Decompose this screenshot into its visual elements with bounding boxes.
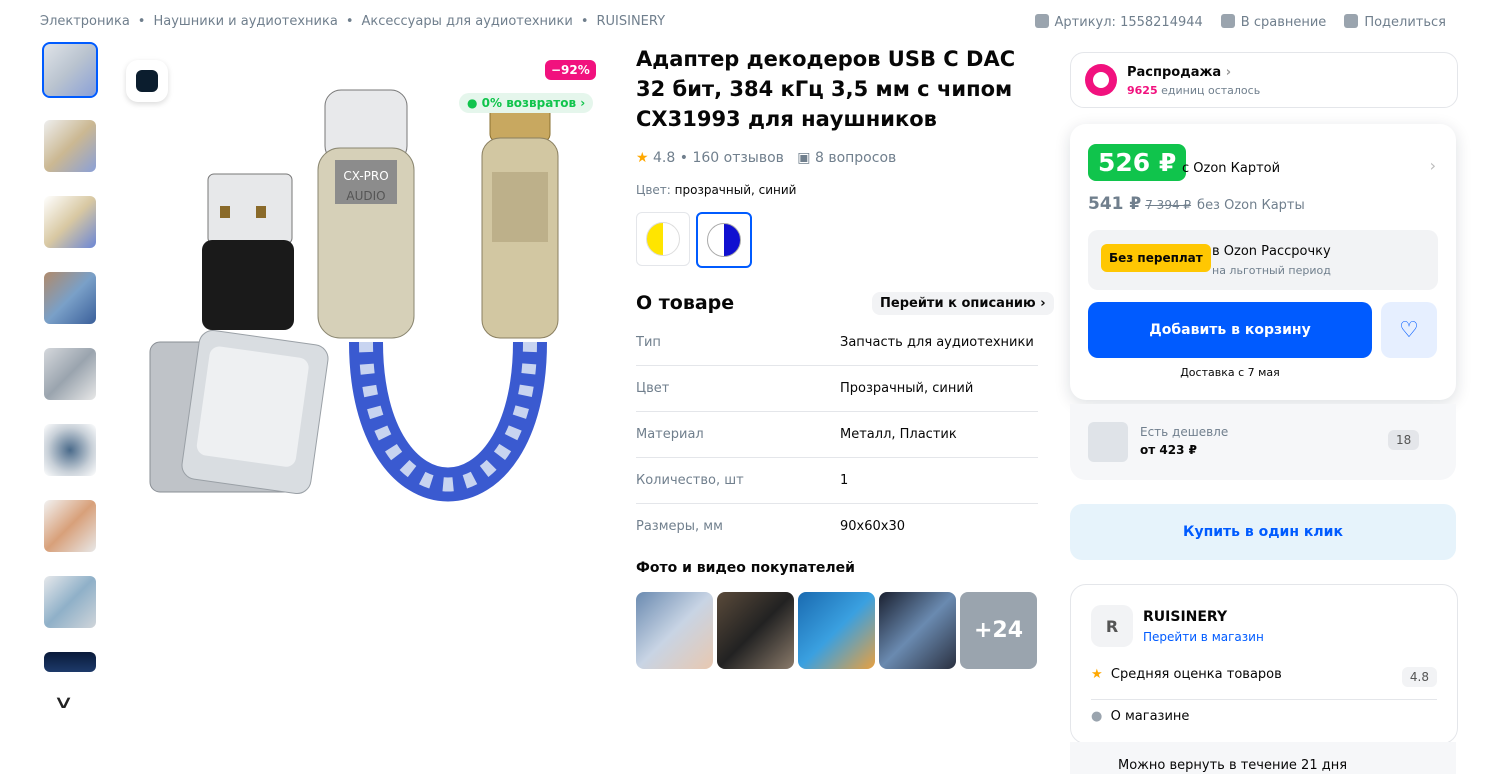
price-card-label: с Ozon Картой (1182, 161, 1281, 176)
add-to-cart-button[interactable]: Добавить в корзину (1088, 302, 1372, 358)
heart-icon[interactable]: ♡ (1381, 302, 1437, 358)
chevron-right-icon[interactable]: › (1430, 156, 1436, 175)
seller-rating-row: ★ Средняя оценка товаров 4.8 (1091, 667, 1437, 700)
return-policy[interactable]: Можно вернуть в течение 21 дня (1070, 742, 1456, 774)
thumbnail[interactable] (44, 652, 96, 672)
compare-button[interactable]: В сравнение (1220, 14, 1326, 30)
customer-photos-title: Фото и видео покупателей (636, 560, 855, 576)
property-row: Размеры, мм 90x60x30 (636, 519, 906, 534)
rating-value: 4.8 (653, 150, 676, 166)
seller-card: R RUISINERY Перейти в магазин ★ Средняя … (1070, 584, 1458, 744)
reviews-link[interactable]: 160 отзывов (692, 150, 783, 166)
article-icon (1034, 14, 1049, 28)
color-swatch-blue[interactable] (696, 212, 752, 268)
about-store-link[interactable]: ● О магазине (1091, 709, 1189, 724)
thumbnail[interactable] (44, 348, 96, 400)
header-actions: Артикул: 1558214944 В сравнение Поделить… (1034, 14, 1446, 30)
breadcrumb-item[interactable]: Наушники и аудиотехника (153, 14, 337, 29)
property-row: Тип Запчасть для аудиотехники (636, 320, 1038, 366)
buy-one-click-button[interactable]: Купить в один клик (1070, 504, 1456, 560)
property-row: Количество, шт 1 (636, 458, 1038, 504)
sale-banner[interactable]: Распродажа › 9625 единиц осталось (1070, 52, 1458, 108)
article-info[interactable]: Артикул: 1558214944 (1034, 14, 1203, 30)
breadcrumb-item[interactable]: Электроника (40, 14, 130, 29)
discount-badge: −92% (545, 60, 596, 80)
seller-name[interactable]: RUISINERY (1143, 609, 1227, 625)
price-without-card: 541 ₽7 394 ₽ без Ozon Карты (1088, 194, 1305, 214)
product-main-image[interactable]: CX-PRO AUDIO (130, 52, 600, 572)
returns-badge[interactable]: ● 0% возвратов › (459, 93, 594, 113)
buy-box: 526 ₽ с Ozon Картой › 541 ₽7 394 ₽ без Oz… (1070, 124, 1456, 400)
customer-video[interactable] (636, 592, 713, 669)
customer-photo[interactable] (879, 592, 956, 669)
color-dot (646, 222, 680, 256)
breadcrumb: Электроника • Наушники и аудиотехника • Ак… (40, 14, 666, 29)
breadcrumb-item[interactable]: RUISINERY (596, 14, 665, 29)
thumbnail[interactable] (44, 272, 96, 324)
color-dot (707, 223, 741, 257)
star-icon: ★ (636, 150, 649, 166)
questions-link[interactable]: 8 вопросов (815, 150, 896, 166)
thumbnail[interactable] (44, 424, 96, 476)
delivery-info: Доставка с 7 мая (1180, 366, 1280, 379)
share-icon (1344, 14, 1359, 28)
compare-icon (1220, 14, 1235, 28)
product-title: Адаптер декодеров USB C DAC 32 бит, 384 … (636, 47, 1016, 131)
thumbnail-list (42, 42, 98, 696)
sale-logo-icon (1085, 64, 1117, 96)
customer-photo[interactable] (798, 592, 875, 669)
questions-icon: ▣ (797, 150, 811, 166)
thumbnail[interactable] (44, 576, 96, 628)
customer-photo[interactable] (717, 592, 794, 669)
color-swatch-yellow[interactable] (636, 212, 690, 266)
property-row: Цвет Прозрачный, синий (636, 366, 1038, 412)
image-search-button[interactable] (126, 60, 168, 102)
property-row: Материал Металл, Пластик (636, 412, 1038, 458)
customer-photos: +24 (636, 592, 1037, 669)
info-icon: ● (1091, 709, 1103, 724)
camera-search-icon (136, 70, 158, 92)
svg-text:CX-PRO: CX-PRO (343, 169, 388, 183)
price-with-card[interactable]: 526 ₽ (1088, 144, 1187, 181)
more-photos-button[interactable]: +24 (960, 592, 1037, 669)
returns-icon: ● (467, 96, 482, 110)
installment-badge: Без переплат (1101, 244, 1211, 272)
cheaper-product-thumbnail (1088, 422, 1128, 462)
rating-bar: ★ 4.8 • 160 отзывов ▣ 8 вопросов (636, 150, 897, 166)
chevron-down-icon[interactable]: ∨ (53, 692, 74, 713)
thumbnail[interactable] (44, 120, 96, 172)
share-button[interactable]: Поделиться (1344, 14, 1446, 30)
installment-block[interactable]: Без переплат в Ozon Рассрочку на льготны… (1088, 230, 1438, 290)
thumbnail[interactable] (42, 42, 98, 98)
seller-rating-value: 4.8 (1401, 667, 1437, 687)
go-to-store-link[interactable]: Перейти в магазин (1143, 630, 1264, 644)
to-description-button[interactable]: Перейти к описанию › (872, 292, 1054, 315)
color-label: Цвет: прозрачный, синий (636, 183, 797, 197)
about-title: О товаре (636, 292, 735, 314)
thumbnail[interactable] (44, 500, 96, 552)
svg-text:AUDIO: AUDIO (346, 189, 385, 203)
star-icon: ★ (1091, 667, 1103, 682)
breadcrumb-item[interactable]: Аксессуары для аудиотехники (362, 14, 573, 29)
thumbnail[interactable] (44, 196, 96, 248)
seller-avatar[interactable]: R (1091, 605, 1133, 647)
properties-table: Тип Запчасть для аудиотехники Цвет Прозрач… (636, 320, 1038, 549)
cheaper-count: 18 (1388, 430, 1420, 450)
cheaper-offers[interactable]: Есть дешевле от 423 ₽ 18 (1070, 404, 1456, 480)
